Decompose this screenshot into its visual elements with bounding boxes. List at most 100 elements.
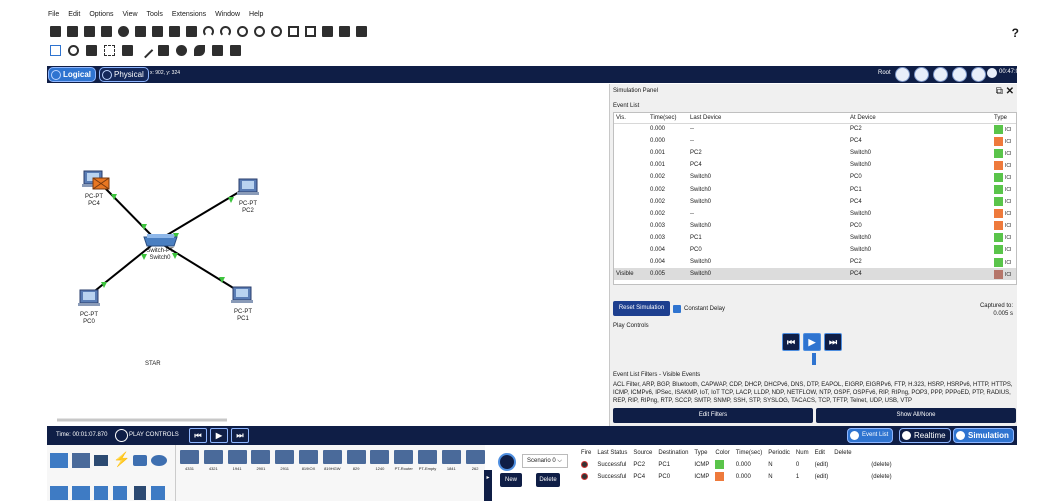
save-icon[interactable] bbox=[84, 26, 95, 37]
event-row[interactable]: 0.003 PC1 Switch0 ICI bbox=[614, 232, 1016, 244]
activity-wizard-icon[interactable] bbox=[135, 26, 146, 37]
edit-filters-button[interactable]: Edit Filters bbox=[613, 408, 813, 423]
redo-icon[interactable] bbox=[220, 26, 231, 37]
pdu-col-laststatus[interactable]: Last Status bbox=[594, 447, 630, 459]
hubs-icon[interactable] bbox=[94, 486, 108, 500]
fire-icon[interactable] bbox=[581, 460, 588, 468]
pdu-edit[interactable]: (edit) bbox=[812, 459, 832, 471]
event-row[interactable]: 0.004 Switch0 PC2 ICI bbox=[614, 256, 1016, 268]
pdu-col-type[interactable]: Type bbox=[691, 447, 712, 459]
components-icon[interactable] bbox=[94, 455, 108, 466]
show-all-none-button[interactable]: Show All/None bbox=[816, 408, 1016, 423]
pdu-list-icon[interactable] bbox=[339, 26, 350, 37]
event-row[interactable]: 0.001 PC4 Switch0 ICI bbox=[614, 159, 1016, 171]
back-icon[interactable] bbox=[895, 67, 910, 82]
end-devices-icon[interactable] bbox=[72, 453, 90, 468]
undock-icon[interactable]: ⧉ bbox=[996, 86, 1003, 97]
event-row[interactable]: 0.004 PC0 Switch0 ICI bbox=[614, 244, 1016, 256]
pdu-row[interactable]: Successful PC4 PC0 ICMP 0.000 N 1 (edit) (delete… bbox=[578, 471, 895, 483]
pdu-col-periodic[interactable]: Periodic bbox=[765, 447, 793, 459]
menu-item-help[interactable]: Help bbox=[249, 11, 263, 18]
routers-icon[interactable] bbox=[50, 486, 68, 500]
pdu-col-fire[interactable]: Fire bbox=[578, 447, 594, 459]
pdu-col-color[interactable]: Color bbox=[712, 447, 732, 459]
event-list-button[interactable]: Event List bbox=[847, 428, 894, 443]
device-model-pt-empty[interactable]: PT-Empty bbox=[418, 450, 437, 474]
device-model-829[interactable]: 829 bbox=[346, 450, 366, 474]
menu-item-edit[interactable]: Edit bbox=[68, 11, 80, 18]
pdu-delete[interactable]: (delete) bbox=[831, 459, 894, 471]
scenario-select[interactable]: Scenario 0 ⌵ bbox=[522, 454, 568, 468]
menu-item-extensions[interactable]: Extensions bbox=[172, 11, 206, 18]
pdu-col-timesec[interactable]: Time(sec) bbox=[733, 447, 765, 459]
event-row[interactable]: 0.002 Switch0 PC4 ICI bbox=[614, 196, 1016, 208]
event-list-table[interactable]: Vis. Time(sec) Last Device At Device Typ… bbox=[613, 112, 1017, 285]
simulation-mode-button[interactable]: Simulation bbox=[953, 428, 1014, 443]
select-icon[interactable] bbox=[50, 45, 61, 56]
pdu-edit[interactable]: (edit) bbox=[812, 471, 832, 483]
logical-tab[interactable]: Logical bbox=[48, 67, 97, 82]
new-file-icon[interactable] bbox=[50, 26, 61, 37]
play-button[interactable]: ▶ bbox=[803, 333, 821, 351]
draw-rectangle-icon[interactable] bbox=[158, 45, 169, 56]
star-note[interactable]: STAR bbox=[145, 361, 161, 367]
security-icon[interactable] bbox=[134, 486, 146, 500]
realtime-mode-button[interactable]: Realtime bbox=[899, 428, 951, 443]
add-complex-pdu-icon[interactable] bbox=[230, 45, 241, 56]
device-model-819hgw[interactable]: 819HGW bbox=[322, 450, 342, 474]
place-note-icon[interactable] bbox=[122, 45, 133, 56]
draw-ellipse-icon[interactable] bbox=[176, 45, 187, 56]
event-row[interactable]: Visible 0.005 Switch0 PC4 ICI bbox=[614, 268, 1016, 281]
col-type[interactable]: Type bbox=[992, 113, 1016, 124]
multiuser-icon[interactable] bbox=[151, 455, 167, 466]
pdu-col-source[interactable]: Source bbox=[630, 447, 655, 459]
device-model-4321[interactable]: 4321 bbox=[203, 450, 223, 474]
wireless-icon[interactable] bbox=[113, 486, 127, 500]
wan-emulation-icon[interactable] bbox=[151, 486, 165, 500]
device-model-pt-router[interactable]: PT-Router bbox=[394, 450, 414, 474]
menu-item-tools[interactable]: Tools bbox=[147, 11, 163, 18]
device-model-1941[interactable]: 1941 bbox=[227, 450, 247, 474]
menu-item-file[interactable]: File bbox=[48, 11, 59, 18]
event-row[interactable]: 0.003 Switch0 PC0 ICI bbox=[614, 220, 1016, 232]
zoom-out-icon[interactable] bbox=[271, 26, 282, 37]
scenario-fire-icon[interactable] bbox=[498, 453, 516, 471]
reset-time-icon[interactable] bbox=[115, 429, 128, 442]
pdu-delete[interactable]: (delete) bbox=[831, 471, 894, 483]
menu-item-view[interactable]: View bbox=[122, 11, 137, 18]
device-model-4331[interactable]: 4331 bbox=[180, 450, 199, 474]
pdu-col-edit[interactable]: Edit bbox=[812, 447, 832, 459]
draw-line-icon[interactable] bbox=[137, 42, 154, 59]
zoom-reset-icon[interactable] bbox=[254, 26, 265, 37]
device-model-1240[interactable]: 1240 bbox=[370, 450, 390, 474]
notes-icon[interactable] bbox=[322, 26, 333, 37]
bottom-step-back-button[interactable]: ⏮ bbox=[189, 428, 207, 443]
device-model-2901[interactable]: 2901 bbox=[251, 450, 271, 474]
cluster-icon[interactable] bbox=[914, 67, 929, 82]
close-icon[interactable]: ✕ bbox=[1006, 86, 1014, 97]
event-row[interactable]: 0.002 -- Switch0 ICI bbox=[614, 208, 1016, 220]
info-icon[interactable] bbox=[118, 26, 129, 37]
resize-shape-icon[interactable] bbox=[104, 45, 115, 56]
misc-icon[interactable] bbox=[133, 455, 147, 466]
delete-scenario-button[interactable]: Delete bbox=[536, 473, 560, 487]
step-back-button[interactable]: ⏮ bbox=[782, 333, 800, 351]
new-scenario-button[interactable]: New bbox=[500, 473, 522, 487]
device-model-1841[interactable]: 1841 bbox=[441, 450, 461, 474]
paste-icon[interactable] bbox=[186, 26, 197, 37]
logical-workspace[interactable]: PC-PT PC4 PC-PT PC2 Switch-PT Switch0 PC-PT… bbox=[47, 84, 607, 426]
constant-delay-checkbox[interactable] bbox=[673, 305, 681, 313]
device-model-2911[interactable]: 2911 bbox=[275, 450, 295, 474]
col-vis[interactable]: Vis. bbox=[614, 113, 648, 124]
switches-icon[interactable] bbox=[72, 486, 90, 500]
pdu-fire-cell[interactable] bbox=[578, 471, 594, 483]
connections-icon[interactable]: ⚡ bbox=[113, 451, 130, 468]
print-icon[interactable] bbox=[101, 26, 112, 37]
add-simple-pdu-icon[interactable] bbox=[212, 45, 223, 56]
col-time[interactable]: Time(sec) bbox=[648, 113, 688, 124]
user-profile-icon[interactable] bbox=[152, 26, 163, 37]
fire-icon[interactable] bbox=[581, 472, 588, 480]
copy-icon[interactable] bbox=[169, 26, 180, 37]
pdu-fire-cell[interactable] bbox=[578, 459, 594, 471]
reset-simulation-button[interactable]: Reset Simulation bbox=[613, 301, 670, 316]
